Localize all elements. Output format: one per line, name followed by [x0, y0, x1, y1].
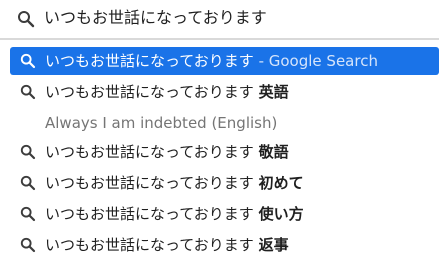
suggestion-henji[interactable]: いつもお世話になっております 返事: [0, 231, 439, 259]
search-icon: [20, 53, 36, 69]
suggestion-label: いつもお世話になっております 英語: [45, 81, 289, 103]
search-bar[interactable]: いつもお世話になっております: [0, 0, 439, 40]
suggestion-completion: 返事: [258, 236, 289, 254]
suggestion-label: いつもお世話になっております - Google Search: [45, 50, 378, 72]
suggestion-suffix: - Google Search: [253, 52, 378, 70]
suggestion-keigo[interactable]: いつもお世話になっております 敬語: [0, 138, 439, 166]
suggestion-label: いつもお世話になっております 使い方: [45, 203, 304, 225]
suggestion-query: いつもお世話になっております: [45, 143, 254, 161]
suggestion-query: いつもお世話になっております: [45, 52, 254, 70]
suggestion-google-search[interactable]: いつもお世話になっております - Google Search: [10, 47, 439, 75]
search-icon: [20, 206, 36, 222]
suggestion-completion: 敬語: [258, 143, 289, 161]
suggestion-query: いつもお世話になっております: [45, 205, 254, 223]
search-input[interactable]: いつもお世話になっております: [44, 7, 267, 29]
suggestion-completion: 英語: [258, 83, 289, 101]
suggestion-tsukaikata[interactable]: いつもお世話になっております 使い方: [0, 200, 439, 228]
search-icon: [17, 10, 35, 28]
suggestion-query: いつもお世話になっております: [45, 174, 254, 192]
search-icon: [20, 84, 36, 100]
suggestion-query: いつもお世話になっております: [45, 236, 254, 254]
suggestion-translation[interactable]: Always I am indebted (English): [0, 109, 439, 137]
suggestion-label: いつもお世話になっております 返事: [45, 234, 289, 256]
suggestion-completion: 初めて: [258, 174, 304, 192]
suggestion-label: いつもお世話になっております 初めて: [45, 172, 304, 194]
suggestion-query: いつもお世話になっております: [45, 83, 254, 101]
suggestion-hajimete[interactable]: いつもお世話になっております 初めて: [0, 169, 439, 197]
search-icon: [20, 175, 36, 191]
search-icon: [20, 144, 36, 160]
suggestion-label: いつもお世話になっております 敬語: [45, 141, 289, 163]
search-icon: [20, 237, 36, 253]
suggestion-english[interactable]: いつもお世話になっております 英語: [0, 78, 439, 106]
translation-subtext: Always I am indebted (English): [45, 114, 278, 132]
suggestion-completion: 使い方: [258, 205, 304, 223]
